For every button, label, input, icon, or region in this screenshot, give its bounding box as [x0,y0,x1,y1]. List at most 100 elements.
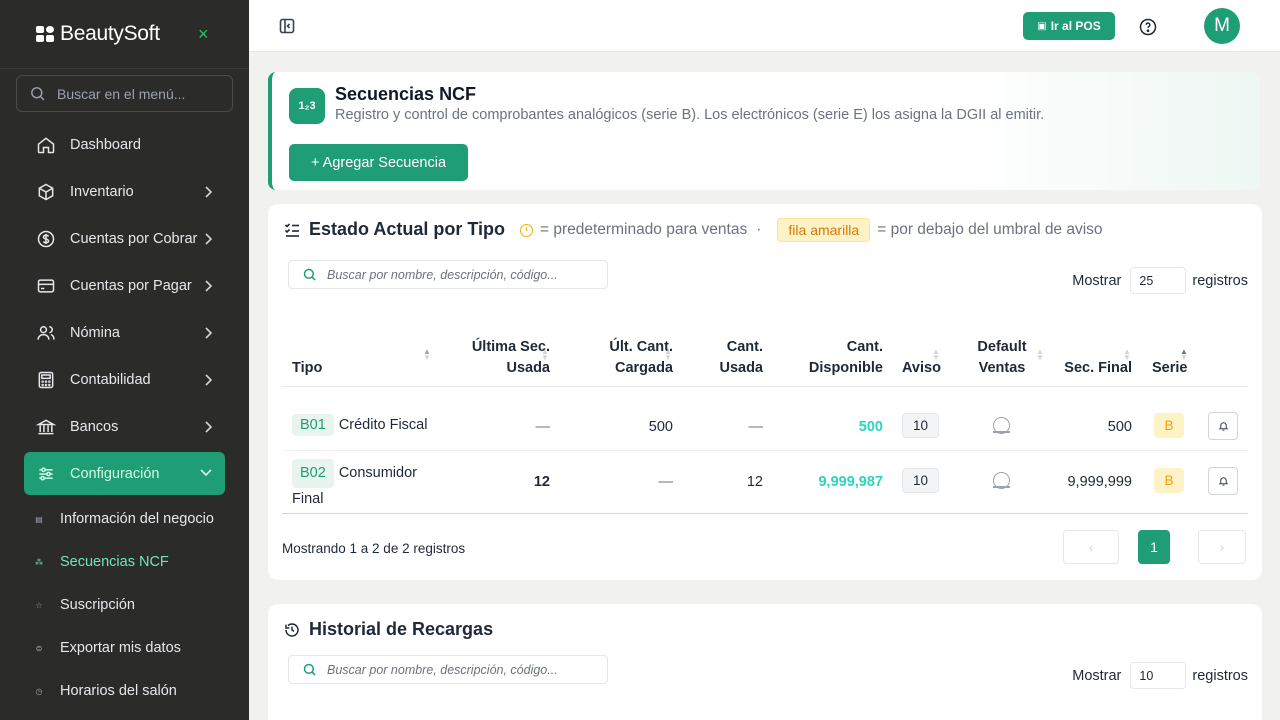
sidebar-toggle-icon[interactable] [279,18,295,34]
records-label: registros [1192,272,1248,289]
subnav-label: Suscripción [60,597,135,613]
sort-icon[interactable]: ▲ ▼ [664,348,672,362]
current-page-button[interactable]: 1 [1138,530,1170,564]
chevron-right-icon [205,186,213,198]
sort-icon[interactable]: ▲ ▼ [1180,348,1188,362]
calculator-icon [38,371,54,389]
cell-sec-final: 9,999,999 [1067,474,1132,490]
legend-pill: fila amarilla [777,218,871,242]
nav-label: Inventario [70,184,134,200]
close-sidebar-icon[interactable]: × [198,24,209,45]
dollar-icon [37,230,55,248]
col-header-line: Disponible [808,360,883,376]
col-header-line: Usada [506,360,550,376]
go-to-pos-button[interactable]: ▣ Ir al POS [1023,12,1115,40]
default-indicator-icon [520,223,533,237]
col-header-line: Ventas [978,360,1026,376]
col-header-line: Últ. Cant. [609,339,673,355]
page-size-control: Mostrar 25 registros [1072,267,1248,294]
alert-button[interactable] [1208,412,1238,440]
historial-title-text: Historial de Recargas [309,619,494,639]
table-search[interactable] [288,260,608,289]
nav-contabilidad[interactable]: Contabilidad [24,359,225,401]
subnav-horarios[interactable]: ◷ Horarios del salón [36,679,177,703]
prev-page-button[interactable]: ‹ [1063,530,1119,564]
subnav-informacion[interactable]: ▤ Información del negocio [35,507,214,531]
ncf-code-badge: B02 [292,459,334,488]
brand-name: BeautySoft [60,22,160,45]
sort-icon[interactable]: ▲ ▼ [541,348,549,362]
table-info: Mostrando 1 a 2 de 2 registros [282,541,466,556]
nav-cuentas-cobrar[interactable]: Cuentas por Cobrar [24,218,225,260]
col-sec-final[interactable]: Sec. Final [1052,358,1132,379]
serie-badge: B [1154,468,1184,493]
page-size-input[interactable]: 25 [1130,267,1187,294]
subnav-exportar[interactable]: ⊜ Exportar mis datos [36,636,181,660]
col-ult-cant[interactable]: Últ. Cant. Cargada [573,337,673,379]
legend-threshold: = por debajo del umbral de aviso [877,221,1103,238]
bell-icon [1218,477,1228,486]
sort-icon[interactable]: ▲ ▼ [1123,348,1131,362]
menu-search-input[interactable] [57,85,217,102]
history-page-size-control: Mostrar 10 registros [1072,662,1248,689]
nav-label: Configuración [70,465,160,482]
cell-disponible: 500 [858,419,883,435]
cell-sec-final: 500 [1107,419,1132,435]
users-icon [37,326,55,340]
history-search-input[interactable] [327,662,587,677]
sort-icon[interactable]: ▲ ▼ [1036,348,1044,362]
cell-ultima: 12 [533,474,550,490]
default-radio[interactable] [993,472,1010,489]
alert-button[interactable] [1208,467,1238,495]
nav-configuracion[interactable]: Configuración [24,452,225,495]
legend: = predeterminado para ventas · fila amar… [520,218,1103,242]
nav-cuentas-pagar[interactable]: Cuentas por Pagar [24,265,225,307]
subnav-suscripcion[interactable]: ☆ Suscripción [35,593,135,617]
menu-search[interactable] [16,75,233,112]
col-ultima-sec[interactable]: Última Sec. Usada [450,337,550,379]
col-header-line: Cant. [846,339,883,355]
subnav-label: Secuencias NCF [60,554,169,570]
legend-separator: · [756,221,762,238]
estado-card: Estado Actual por Tipo = predeterminado … [268,204,1262,580]
default-radio[interactable] [993,417,1010,434]
nav-label: Cuentas por Cobrar [70,231,198,247]
chevron-down-icon [200,469,212,477]
cell-ult-cant: 500 [648,419,673,435]
nav-label: Dashboard [70,137,141,153]
col-header-line: Última Sec. [471,339,550,355]
sort-icon[interactable]: ▲ ▼ [932,348,940,362]
add-sequence-button[interactable]: + Agregar Secuencia [289,144,468,181]
nav-nomina[interactable]: Nómina [24,312,225,354]
subnav-secuencias[interactable]: ⁂ Secuencias NCF [35,550,169,574]
help-icon[interactable] [1139,18,1157,36]
col-cant-disponible[interactable]: Cant. Disponible [773,337,883,379]
nav-dashboard[interactable]: Dashboard [24,124,225,166]
col-default-ventas[interactable]: Default Ventas [968,337,1036,379]
sidebar: BeautySoft × Dashboard Inventario Cuenta… [0,0,249,720]
col-tipo[interactable]: Tipo [292,358,322,379]
search-icon [31,87,45,101]
sort-icon[interactable]: ▲ ▼ [423,348,431,362]
chevron-right-icon [205,327,213,339]
subnav-label: Exportar mis datos [60,640,181,656]
database-icon: ⊜ [35,643,43,653]
nav-inventario[interactable]: Inventario [24,171,225,213]
sliders-icon [39,466,53,481]
avatar[interactable]: M [1204,8,1240,44]
table-search-input[interactable] [327,267,587,282]
pos-label: Ir al POS [1050,19,1101,33]
legend-default: = predeterminado para ventas [540,221,748,238]
page-size-input[interactable]: 10 [1130,662,1187,689]
history-search[interactable] [288,655,608,684]
nav-bancos[interactable]: Bancos [24,406,225,448]
ncf-type-name-2: Final [292,491,324,507]
show-label: Mostrar [1072,272,1122,289]
records-label: registros [1192,667,1248,684]
ncf-type-name: Consumidor [338,465,417,481]
table-bottom-divider [282,513,1248,514]
col-header-line: Cargada [614,360,673,376]
next-page-button[interactable]: › [1198,530,1246,564]
sequence-icon: ⁂ [35,557,43,567]
col-cant-usada[interactable]: Cant. Usada [673,337,763,379]
